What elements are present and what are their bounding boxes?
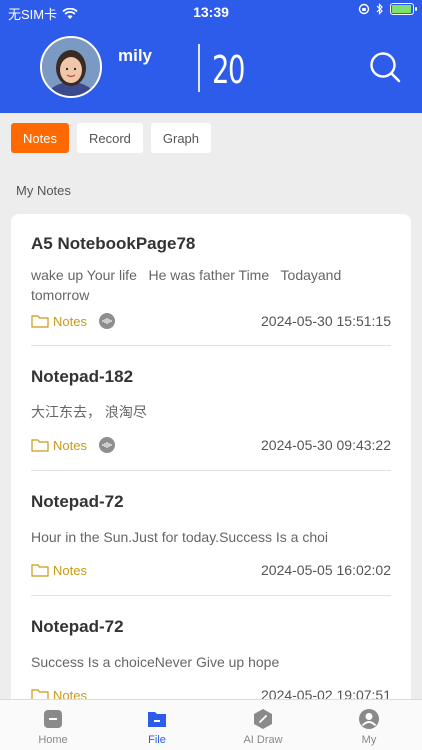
nav-my-label: My: [361, 734, 377, 746]
folder-icon: [31, 564, 49, 577]
nav-home[interactable]: Home: [18, 708, 88, 746]
note-meta: Notes 2024-05-30 09:43:22: [31, 436, 391, 454]
divider: [31, 595, 391, 596]
note-title: Notepad-182: [31, 367, 134, 386]
nav-ai-draw-label: AI Draw: [243, 734, 283, 746]
tab-record[interactable]: Record: [76, 123, 143, 153]
note-date: 2024-05-30 09:43:22: [261, 437, 391, 453]
folder-icon: [31, 315, 49, 328]
note-title: Notepad-72: [31, 492, 124, 511]
note-title: Notepad-72: [31, 617, 124, 636]
bottom-nav: Home File AI Draw My: [0, 699, 422, 750]
file-icon: [148, 712, 166, 727]
tab-graph[interactable]: Graph: [150, 123, 212, 153]
note-meta: Notes 2024-05-05 16:02:02: [31, 561, 391, 579]
ai-draw-icon: [254, 709, 272, 729]
username: mily: [118, 46, 153, 65]
notes-count: 20: [212, 48, 245, 92]
list-item[interactable]: Notepad-72 Hour in the Sun.Just for toda…: [31, 492, 391, 582]
orientation-lock-icon: [358, 3, 370, 15]
voice-icon[interactable]: [98, 437, 115, 453]
note-date: 2024-05-30 15:51:15: [261, 313, 391, 329]
search-icon[interactable]: [368, 50, 402, 84]
note-body: Hour in the Sun.Just for today.Success I…: [31, 529, 329, 545]
note-date: 2024-05-05 16:02:02: [261, 562, 391, 578]
note-title: A5 NotebookPage78: [31, 234, 196, 253]
profile-header: 无SIM卡 13:39 mily 20: [0, 0, 422, 113]
nav-home-label: Home: [38, 734, 68, 746]
header-divider: [198, 44, 200, 92]
note-body: 大江东去， 浪淘尽: [31, 404, 147, 420]
battery-icon: [390, 3, 417, 15]
notes-list: A5 NotebookPage78 wake up Your life He w…: [11, 214, 411, 750]
bluetooth-icon: [376, 3, 383, 15]
voice-icon[interactable]: [98, 313, 115, 329]
nav-ai-draw[interactable]: AI Draw: [228, 708, 298, 746]
home-icon: [44, 710, 62, 728]
filter-tabs: Notes Record Graph: [11, 123, 212, 153]
profile-icon: [359, 709, 379, 729]
status-bar: 无SIM卡 13:39: [0, 0, 422, 22]
list-item[interactable]: A5 NotebookPage78 wake up Your life He w…: [31, 234, 391, 334]
note-body: Success Is a choiceNever Give up hope: [31, 654, 280, 670]
divider: [31, 470, 391, 471]
note-tag: Notes: [53, 562, 87, 578]
note-meta: Notes 2024-05-30 15:51:15: [31, 312, 391, 330]
nav-my[interactable]: My: [334, 708, 404, 746]
folder-icon: [31, 439, 49, 452]
section-title: My Notes: [16, 183, 71, 198]
note-body: wake up Your life He was father Time Tod…: [31, 267, 346, 303]
divider: [31, 345, 391, 346]
list-item[interactable]: Notepad-72 Success Is a choiceNever Give…: [31, 617, 391, 707]
avatar[interactable]: [40, 36, 102, 98]
note-tag: Notes: [53, 313, 87, 329]
tab-notes[interactable]: Notes: [11, 123, 69, 153]
nav-file-label: File: [148, 734, 166, 746]
nav-file[interactable]: File: [122, 708, 192, 746]
list-item[interactable]: Notepad-182 大江东去， 浪淘尽 Notes 2024-05-30 0…: [31, 367, 391, 457]
note-tag: Notes: [53, 437, 87, 453]
